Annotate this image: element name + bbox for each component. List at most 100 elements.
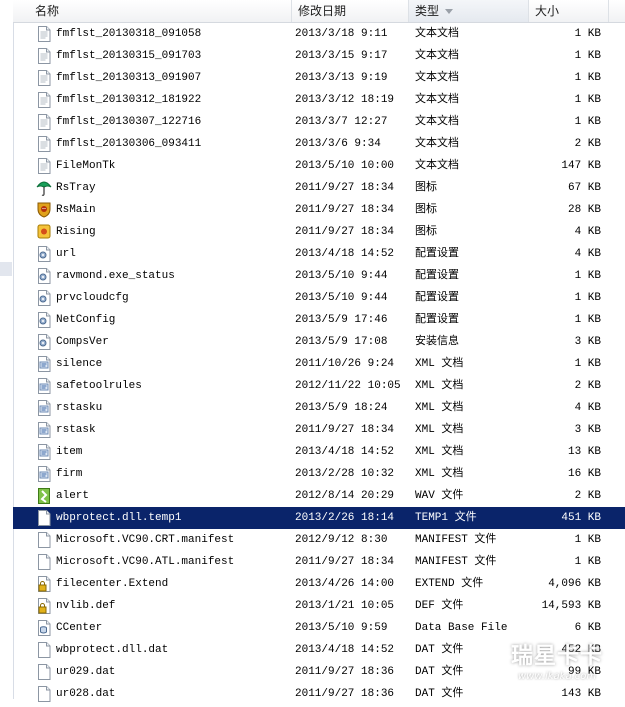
file-row[interactable]: filecenter.Extend 2013/4/26 14:00 EXTEND 文… [13, 573, 625, 595]
column-header-type[interactable]: 类型 [409, 0, 529, 22]
blank-file-icon [36, 663, 52, 681]
file-row[interactable]: ravmond.exe_status 2013/5/10 9:44 配置设置 1 KB [13, 265, 625, 287]
file-row[interactable]: silence 2011/10/26 9:24 XML 文档 1 KB [13, 353, 625, 375]
file-name: ravmond.exe_status [56, 270, 175, 282]
config-file-icon [36, 245, 52, 263]
audio-file-icon [36, 487, 52, 505]
file-row[interactable]: RsMain 2011/9/27 18:34 图标 28 KB [13, 199, 625, 221]
file-date: 2011/9/27 18:34 [295, 556, 395, 568]
file-row[interactable]: fmflst_20130313_091907 2013/3/13 9:19 文本文档… [13, 67, 625, 89]
file-row[interactable]: wbprotect.dll.temp1 2013/2/26 18:14 TEMP1 … [13, 507, 625, 529]
file-date: 2013/5/10 9:59 [295, 622, 388, 634]
file-row[interactable]: rstask 2011/9/27 18:34 XML 文档 3 KB [13, 419, 625, 441]
file-name: RsTray [56, 182, 96, 194]
file-name: FileMonTk [56, 160, 116, 172]
file-type: XML 文档 [415, 424, 464, 436]
file-row[interactable]: firm 2013/2/28 10:32 XML 文档 16 KB [13, 463, 625, 485]
file-name: filecenter.Extend [56, 578, 169, 590]
text-file-icon [36, 157, 52, 175]
file-row[interactable]: prvcloudcfg 2013/5/10 9:44 配置设置 1 KB [13, 287, 625, 309]
file-type: 安装信息 [415, 336, 459, 348]
file-date: 2013/4/18 14:52 [295, 644, 395, 656]
file-row[interactable]: RsTray 2011/9/27 18:34 图标 67 KB [13, 177, 625, 199]
file-type: XML 文档 [415, 402, 464, 414]
file-type: XML 文档 [415, 380, 464, 392]
file-row[interactable]: fmflst_20130312_181922 2013/3/12 18:19 文本文… [13, 89, 625, 111]
umbrella-icon [36, 179, 52, 197]
file-size: 2 KB [574, 490, 601, 502]
yellow-app-icon [36, 223, 52, 241]
file-row[interactable]: fmflst_20130315_091703 2013/3/15 9:17 文本文档… [13, 45, 625, 67]
file-date: 2013/3/13 9:19 [295, 72, 388, 84]
column-header-name[interactable]: 名称 [29, 0, 292, 22]
lion-shield-icon [36, 201, 52, 219]
file-name: url [56, 248, 76, 260]
file-type: TEMP1 文件 [415, 512, 477, 524]
file-size: 1 KB [574, 314, 601, 326]
file-date: 2013/5/10 10:00 [295, 160, 395, 172]
file-row[interactable]: fmflst_20130306_093411 2013/3/6 9:34 文本文档 2… [13, 133, 625, 155]
file-type: EXTEND 文件 [415, 578, 484, 590]
file-row[interactable]: NetConfig 2013/5/9 17:46 配置设置 1 KB [13, 309, 625, 331]
file-row[interactable]: Microsoft.VC90.CRT.manifest 2012/9/12 8:3… [13, 529, 625, 551]
file-size: 2 KB [574, 138, 601, 150]
file-row[interactable]: fmflst_20130307_122716 2013/3/7 12:27 文本文档… [13, 111, 625, 133]
file-type: XML 文档 [415, 358, 464, 370]
file-size: 1 KB [574, 358, 601, 370]
file-date: 2013/5/9 17:46 [295, 314, 388, 326]
file-type: 文本文档 [415, 160, 459, 172]
xml-file-icon [36, 355, 52, 373]
file-size: 2 KB [574, 380, 601, 392]
file-size: 1 KB [574, 50, 601, 62]
watermark-logo: 瑞星卡卡 www.ikaka.com [496, 644, 618, 690]
locked-file-icon [36, 575, 52, 593]
column-header-date[interactable]: 修改日期 [292, 0, 409, 22]
file-row[interactable]: Rising 2011/9/27 18:34 图标 4 KB [13, 221, 625, 243]
file-date: 2012/11/22 10:05 [295, 380, 401, 392]
file-row[interactable]: alert 2012/8/14 20:29 WAV 文件 2 KB [13, 485, 625, 507]
file-name: nvlib.def [56, 600, 116, 612]
file-date: 2013/3/7 12:27 [295, 116, 388, 128]
file-date: 2013/5/9 18:24 [295, 402, 388, 414]
file-size: 1 KB [574, 94, 601, 106]
file-row[interactable]: CompsVer 2013/5/9 17:08 安装信息 3 KB [13, 331, 625, 353]
file-date: 2013/1/21 10:05 [295, 600, 395, 612]
file-row[interactable]: rstasku 2013/5/9 18:24 XML 文档 4 KB [13, 397, 625, 419]
file-type: 配置设置 [415, 314, 459, 326]
file-date: 2011/9/27 18:34 [295, 182, 395, 194]
watermark-url: www.ikaka.com [517, 671, 597, 682]
column-header-size[interactable]: 大小 [529, 0, 609, 22]
file-row[interactable]: safetoolrules 2012/11/22 10:05 XML 文档 2 KB [13, 375, 625, 397]
file-row[interactable]: url 2013/4/18 14:52 配置设置 4 KB [13, 243, 625, 265]
file-row[interactable]: nvlib.def 2013/1/21 10:05 DEF 文件 14,593 KB [13, 595, 625, 617]
file-name: RsMain [56, 204, 96, 216]
file-size: 14,593 KB [541, 600, 601, 612]
file-name: Rising [56, 226, 96, 238]
file-type: 配置设置 [415, 292, 459, 304]
file-size: 13 KB [567, 446, 601, 458]
file-type: 文本文档 [415, 50, 459, 62]
file-size: 28 KB [567, 204, 601, 216]
file-name: prvcloudcfg [56, 292, 129, 304]
file-row[interactable]: fmflst_20130318_091058 2013/3/18 9:11 文本文档… [13, 23, 625, 45]
file-row[interactable]: CCenter 2013/5/10 9:59 Data Base File 6 KB [13, 617, 625, 639]
file-type: 文本文档 [415, 116, 459, 128]
file-row[interactable]: FileMonTk 2013/5/10 10:00 文本文档 147 KB [13, 155, 625, 177]
file-size: 4 KB [574, 226, 601, 238]
config-file-icon [36, 333, 52, 351]
file-type: 文本文档 [415, 94, 459, 106]
file-type: 配置设置 [415, 270, 459, 282]
file-row[interactable]: item 2013/4/18 14:52 XML 文档 13 KB [13, 441, 625, 463]
file-name: item [56, 446, 83, 458]
file-date: 2011/9/27 18:36 [295, 688, 395, 700]
file-size: 451 KB [561, 512, 601, 524]
file-date: 2013/4/18 14:52 [295, 446, 395, 458]
file-size: 1 KB [574, 72, 601, 84]
file-row[interactable]: Microsoft.VC90.ATL.manifest 2011/9/27 18:… [13, 551, 625, 573]
file-type: XML 文档 [415, 468, 464, 480]
xml-file-icon [36, 399, 52, 417]
file-date: 2013/2/26 18:14 [295, 512, 395, 524]
text-file-icon [36, 91, 52, 109]
text-file-icon [36, 25, 52, 43]
file-date: 2011/9/27 18:34 [295, 424, 395, 436]
